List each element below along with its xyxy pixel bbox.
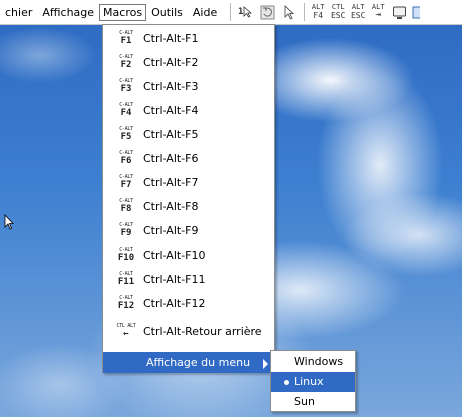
key-combo-icon: C-ALT F1	[119, 30, 133, 46]
alt-f4-button[interactable]: ALT F4	[310, 3, 326, 22]
single-cursor-button[interactable]: 1	[236, 3, 254, 22]
macro-label: Ctrl-Alt-F2	[143, 55, 199, 69]
alt-tab-bottom: ⇥	[375, 10, 381, 20]
alt-f4-bottom: F4	[313, 11, 324, 20]
submenu-windows[interactable]: Windows	[271, 352, 355, 372]
macro-label: Ctrl-Alt-F4	[143, 103, 199, 117]
macro-label: Ctrl-Alt-F9	[143, 223, 199, 237]
macro-ctrl-alt-f3[interactable]: C-ALT F3 Ctrl-Alt-F3	[103, 74, 274, 98]
display-menu-submenu: Windows Linux Sun	[270, 350, 356, 412]
macro-label: Ctrl-Alt-F3	[143, 79, 199, 93]
key-combo-icon: C-ALT F9	[119, 222, 133, 238]
key-combo-icon: C-ALT F4	[119, 102, 133, 118]
macro-label: Ctrl-Alt-F8	[143, 199, 199, 213]
submenu-sun[interactable]: Sun	[271, 392, 355, 412]
submenu-parent-label: Affichage du menu	[146, 356, 251, 369]
key-combo-icon: C-ALT F11	[117, 271, 135, 287]
overflow-button[interactable]	[412, 3, 421, 22]
screen-button[interactable]	[390, 3, 408, 22]
macro-ctrl-alt-f4[interactable]: C-ALT F4 Ctrl-Alt-F4	[103, 98, 274, 122]
overflow-icon	[412, 6, 421, 18]
menu-affichage[interactable]: Affichage	[37, 4, 99, 21]
macro-ctrl-alt-f12[interactable]: C-ALT F12 Ctrl-Alt-F12	[103, 291, 274, 315]
key-combo-icon: C-ALT F6	[119, 150, 133, 166]
submenu-label: Sun	[294, 395, 315, 408]
key-combo-icon: C-ALT F2	[119, 54, 133, 70]
macro-label: Ctrl-Alt-F11	[143, 272, 206, 286]
macro-ctrl-alt-f9[interactable]: C-ALT F9 Ctrl-Alt-F9	[103, 218, 274, 242]
macro-ctrl-alt-f10[interactable]: C-ALT F10 Ctrl-Alt-F10	[103, 243, 274, 267]
key-combo-icon: C-ALT F7	[119, 174, 133, 190]
submenu-label: Linux	[294, 375, 324, 388]
key-combo-icon: CTL ALT ←	[116, 323, 136, 339]
macro-label: Ctrl-Alt-F7	[143, 175, 199, 189]
macro-ctrl-alt-backspace[interactable]: CTL ALT ← Ctrl-Alt-Retour arrière	[103, 319, 274, 343]
ctl-esc-button[interactable]: CTL ESC	[330, 3, 346, 22]
cursor-arrow-icon	[244, 6, 253, 18]
macro-ctrl-alt-f6[interactable]: C-ALT F6 Ctrl-Alt-F6	[103, 146, 274, 170]
macro-ctrl-alt-f1[interactable]: C-ALT F1 Ctrl-Alt-F1	[103, 26, 274, 50]
alt-esc-button[interactable]: ALT ESC	[350, 3, 366, 22]
ctl-esc-bottom: ESC	[330, 11, 346, 20]
menu-fichier[interactable]: chier	[0, 4, 37, 21]
macro-ctrl-alt-f7[interactable]: C-ALT F7 Ctrl-Alt-F7	[103, 170, 274, 194]
submenu-label: Windows	[294, 355, 344, 368]
toolbar-separator	[230, 3, 232, 21]
macro-label: Ctrl-Alt-Retour arrière	[143, 324, 262, 338]
refresh-icon	[260, 5, 275, 19]
radio-bullet-icon	[284, 380, 289, 385]
ctl-esc-top: CTL	[331, 3, 345, 11]
submenu-linux[interactable]: Linux	[271, 372, 355, 392]
macro-ctrl-alt-f8[interactable]: C-ALT F8 Ctrl-Alt-F8	[103, 194, 274, 218]
toolbar-separator	[304, 3, 306, 21]
pointer-icon	[284, 4, 294, 20]
key-combo-icon: C-ALT F10	[117, 247, 135, 263]
pointer-button[interactable]	[280, 3, 298, 22]
alt-esc-bottom: ESC	[350, 11, 366, 20]
macro-label: Ctrl-Alt-F5	[143, 127, 199, 141]
macro-ctrl-alt-f11[interactable]: C-ALT F11 Ctrl-Alt-F11	[103, 267, 274, 291]
submenu-arrow-icon	[263, 359, 268, 369]
monitor-icon	[392, 6, 406, 19]
key-combo-icon: C-ALT F8	[119, 198, 133, 214]
macro-ctrl-alt-f2[interactable]: C-ALT F2 Ctrl-Alt-F2	[103, 50, 274, 74]
macro-label: Ctrl-Alt-F10	[143, 248, 206, 262]
macro-label: Ctrl-Alt-F6	[143, 151, 199, 165]
key-combo-icon: C-ALT F12	[117, 295, 135, 311]
macros-dropdown: C-ALT F1 Ctrl-Alt-F1 C-ALT F2 Ctrl-Alt-F2 …	[102, 24, 275, 373]
mouse-cursor-icon	[4, 214, 14, 230]
macro-ctrl-alt-f5[interactable]: C-ALT F5 Ctrl-Alt-F5	[103, 122, 274, 146]
macro-label: Ctrl-Alt-F1	[143, 31, 199, 45]
menu-aide[interactable]: Aide	[188, 4, 222, 21]
alt-esc-top: ALT	[351, 3, 365, 11]
key-combo-icon: C-ALT F5	[119, 126, 133, 142]
key-combo-icon: C-ALT F3	[119, 78, 133, 94]
menu-bar: chier Affichage Macros Outils Aide 1 ALT…	[0, 0, 462, 25]
menu-macros[interactable]: Macros	[99, 3, 147, 21]
refresh-button[interactable]	[258, 3, 276, 22]
macro-label: Ctrl-Alt-F12	[143, 296, 206, 310]
menu-display-submenu-item[interactable]: Affichage du menu	[103, 352, 274, 373]
menu-outils[interactable]: Outils	[146, 4, 188, 21]
alt-tab-button[interactable]: ALT ⇥	[370, 3, 386, 22]
alt-f4-top: ALT	[311, 3, 325, 11]
